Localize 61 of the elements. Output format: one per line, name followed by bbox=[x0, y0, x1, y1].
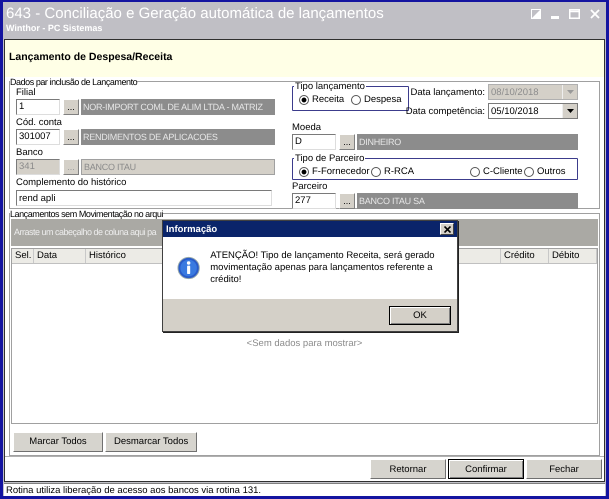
radio-button[interactable] bbox=[371, 166, 381, 177]
field-label: Parceiro bbox=[292, 180, 328, 192]
radio-button[interactable] bbox=[299, 166, 309, 177]
radio-button[interactable] bbox=[524, 166, 534, 177]
description-field: BANCO ITAU bbox=[81, 158, 275, 175]
option-label: Receita bbox=[312, 94, 344, 106]
group-label: Tipo de Parceiro bbox=[294, 152, 366, 164]
description-field: DINHEIRO bbox=[357, 134, 578, 150]
option-label: Outros bbox=[537, 166, 566, 178]
code-field[interactable]: 1 bbox=[16, 98, 60, 115]
field-label: Cód. conta bbox=[16, 116, 62, 128]
column-header[interactable]: Débito bbox=[552, 250, 580, 261]
dialog-message: ATENÇÃO! Tipo de lançamento Receita, será gerado movimentação apenas para lançamentos referente a crédito! bbox=[210, 250, 436, 286]
input-field[interactable]: rend apli bbox=[16, 190, 272, 206]
field-label: Data lançamento: bbox=[410, 86, 485, 98]
window-title: 643 - Conciliação e Geração automática de lançamentos bbox=[6, 5, 384, 23]
dialog-title: Informação bbox=[166, 224, 218, 234]
group-label: Tipo lançamento bbox=[294, 80, 366, 92]
column-header[interactable]: Histórico bbox=[89, 250, 126, 261]
close-icon[interactable] bbox=[444, 226, 450, 232]
option-label: C-Cliente bbox=[483, 166, 523, 178]
info-icon bbox=[177, 256, 200, 280]
option-label: R-RCA bbox=[384, 166, 414, 178]
caret-icon[interactable] bbox=[566, 109, 574, 114]
description-field: BANCO ITAU SA bbox=[357, 192, 578, 209]
description-field: NOR-IMPORT COML DE ALIM LTDA - MATRIZ bbox=[81, 98, 275, 115]
code-field[interactable]: 301007 bbox=[16, 128, 60, 145]
lookup-button[interactable]: ... bbox=[63, 128, 79, 145]
close-button[interactable] bbox=[440, 223, 454, 235]
lookup-button[interactable]: ... bbox=[339, 134, 355, 150]
field-label: Banco bbox=[16, 146, 43, 158]
radio-button[interactable] bbox=[470, 166, 480, 177]
group-label: Lançamentos sem Movimentação no arqui bbox=[10, 208, 163, 219]
field-label: Complemento do histórico bbox=[16, 176, 126, 188]
radio-button[interactable] bbox=[299, 94, 309, 105]
ok-button[interactable]: OK bbox=[389, 306, 451, 324]
option-label: Despesa bbox=[364, 94, 402, 106]
date-field[interactable]: 05/10/2018 bbox=[488, 103, 578, 120]
column-header[interactable]: Sel. bbox=[15, 250, 32, 261]
select-button[interactable]: Desmarcar Todos bbox=[105, 432, 198, 452]
field-label: Moeda bbox=[292, 122, 322, 133]
description-field: RENDIMENTOS DE APLICACOES bbox=[81, 128, 275, 145]
select-button[interactable]: Marcar Todos bbox=[13, 432, 103, 452]
action-button[interactable]: Retornar bbox=[370, 459, 446, 480]
action-button[interactable]: Confirmar bbox=[448, 459, 524, 480]
lookup-button[interactable]: ... bbox=[63, 98, 79, 115]
lookup-button[interactable]: ... bbox=[339, 192, 355, 209]
field-label: Filial bbox=[16, 86, 36, 98]
option-label: F-Fornecedor bbox=[312, 166, 370, 178]
empty-message: <Sem dados para mostrar> bbox=[246, 338, 362, 349]
status-bar: Rotina utiliza liberação de acesso aos bancos via rotina 131. bbox=[4, 483, 605, 496]
window-subtitle: Winthor - PC Sistemas bbox=[6, 23, 104, 34]
column-header[interactable]: Data bbox=[37, 250, 58, 261]
action-button[interactable]: Fechar bbox=[526, 459, 602, 480]
code-field[interactable]: D bbox=[292, 134, 336, 150]
group-label: Dados par inclusão de Lançamento bbox=[10, 76, 138, 87]
field-label: Data competência: bbox=[406, 106, 485, 117]
column-header[interactable]: Crédito bbox=[504, 250, 535, 261]
section-title: Lançamento de Despesa/Receita bbox=[9, 51, 172, 63]
code-field[interactable]: 277 bbox=[292, 192, 336, 209]
radio-button[interactable] bbox=[351, 94, 361, 105]
